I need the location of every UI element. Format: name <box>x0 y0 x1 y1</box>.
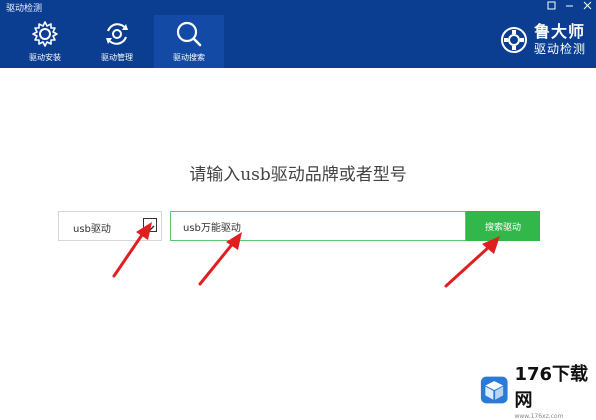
box-logo-icon <box>480 376 508 404</box>
window-title: 驱动检测 <box>6 4 43 14</box>
tab-label: 驱动管理 <box>101 53 133 62</box>
square-icon[interactable] <box>547 1 556 10</box>
tab-label: 驱动搜索 <box>173 53 205 62</box>
annotation-arrow-icon <box>444 236 500 288</box>
tab-label: 驱动安装 <box>29 53 61 62</box>
tab-driver-manage[interactable]: 驱动管理 <box>82 15 152 68</box>
annotation-arrow-icon <box>112 222 152 278</box>
logo-title: 鲁大师 <box>533 22 585 41</box>
shield-gear-icon <box>500 26 527 53</box>
watermark-url: www.176xz.com <box>514 413 564 420</box>
minimize-icon[interactable] <box>565 1 574 10</box>
gear-icon <box>32 21 58 47</box>
logo-subtitle: 驱动检测 <box>533 42 586 56</box>
site-watermark: 176下载网 www.176xz.com <box>480 360 596 420</box>
refresh-gear-icon <box>106 23 128 45</box>
search-icon <box>176 21 202 47</box>
close-icon[interactable] <box>583 1 592 10</box>
app-logo: 鲁大师 驱动检测 <box>500 24 586 55</box>
app-header: 驱动检测 驱动安装 驱动管理 驱动搜索 鲁大师 驱动检测 <box>0 0 596 68</box>
window-controls <box>547 1 592 10</box>
search-prompt: 请输入usb驱动品牌或者型号 <box>189 165 407 185</box>
tab-driver-search[interactable]: 驱动搜索 <box>154 15 224 68</box>
brand-select-value: usb驱动 <box>73 224 111 235</box>
tab-driver-install[interactable]: 驱动安装 <box>10 15 80 68</box>
annotation-arrow-icon <box>198 232 242 286</box>
watermark-text: 176下载网 <box>514 364 589 411</box>
